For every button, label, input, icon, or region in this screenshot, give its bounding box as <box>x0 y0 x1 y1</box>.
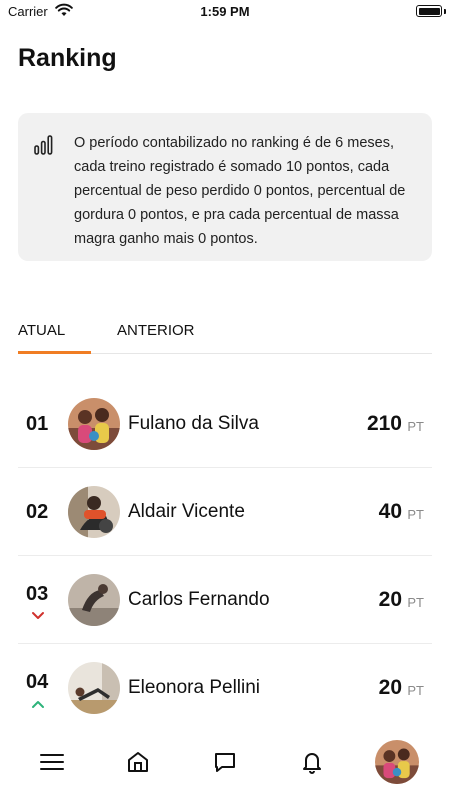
rank-position: 04 <box>26 671 49 693</box>
rank-points: 20 <box>378 588 402 611</box>
ranking-row[interactable]: 01 Fulano da Silva 210 PT <box>18 380 432 468</box>
points-unit: PT <box>407 507 424 522</box>
ranking-row[interactable]: 04 Eleonora Pellini 20 PT <box>18 644 432 732</box>
bell-icon[interactable] <box>298 748 326 776</box>
points-unit: PT <box>407 419 424 434</box>
active-tab-indicator <box>18 351 91 354</box>
rank-points: 210 <box>366 412 402 435</box>
tab-anterior[interactable]: ANTERIOR <box>117 322 195 339</box>
status-bar: Carrier 1:59 PM <box>0 0 450 24</box>
avatar <box>68 486 120 538</box>
chat-icon[interactable] <box>211 748 239 776</box>
ranking-info-text: O período contabilizado no ranking é de … <box>74 135 406 247</box>
rank-name: Aldair Vicente <box>128 501 245 522</box>
points-unit: PT <box>407 683 424 698</box>
rank-position: 01 <box>26 413 49 435</box>
ranking-row[interactable]: 02 Aldair Vicente 40 PT <box>18 468 432 556</box>
rank-up-icon <box>32 701 44 708</box>
ranking-tabs: ATUAL ANTERIOR <box>18 310 432 354</box>
menu-icon[interactable] <box>38 748 66 776</box>
ranking-info-card: O período contabilizado no ranking é de … <box>18 113 432 261</box>
rank-position: 02 <box>26 501 49 523</box>
rank-down-icon <box>32 612 44 619</box>
avatar <box>68 662 120 714</box>
avatar <box>68 574 120 626</box>
avatar <box>68 398 120 450</box>
rank-points: 40 <box>378 500 402 523</box>
tab-anterior-label: ANTERIOR <box>117 322 195 339</box>
rank-name: Eleonora Pellini <box>128 677 261 698</box>
profile-avatar[interactable] <box>375 740 419 784</box>
tab-atual[interactable]: ATUAL <box>18 322 91 354</box>
points-unit: PT <box>407 595 424 610</box>
rank-name: Fulano da Silva <box>128 413 259 434</box>
ranking-row[interactable]: 03 Carlos Fernando 20 PT <box>18 556 432 644</box>
bar-chart-icon <box>34 135 53 155</box>
status-time: 1:59 PM <box>200 4 250 19</box>
bottom-navigation <box>0 730 450 800</box>
battery-icon <box>416 5 442 17</box>
home-icon[interactable] <box>124 748 152 776</box>
rank-points: 20 <box>378 676 402 699</box>
tab-atual-label: ATUAL <box>18 322 66 339</box>
page-title: Ranking <box>18 44 117 72</box>
rank-position: 03 <box>26 583 49 605</box>
rank-name: Carlos Fernando <box>128 589 270 610</box>
